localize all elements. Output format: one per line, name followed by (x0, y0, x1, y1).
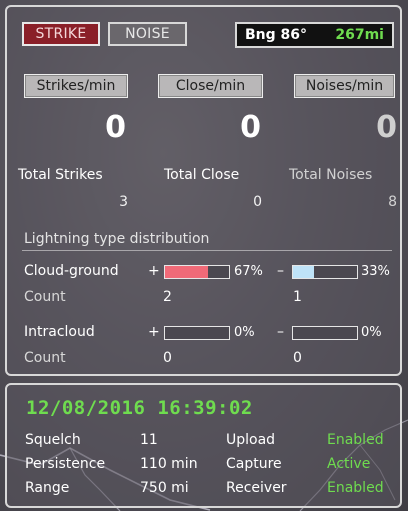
strikes-per-min-value: 0 (105, 110, 126, 145)
noise-mode-button[interactable]: NOISE (108, 22, 187, 46)
cloud-ground-positive-bar (164, 265, 230, 279)
distance-value: 267mi (335, 27, 384, 43)
detector-panel (5, 5, 402, 376)
persistence-label: Persistence (25, 456, 106, 472)
current-datetime: 12/08/2016 16:39:02 (26, 397, 253, 419)
receiver-status: Enabled (327, 480, 384, 496)
total-close-label: Total Close (164, 167, 240, 183)
capture-status: Active (327, 456, 371, 472)
intracloud-label: Intracloud (24, 324, 95, 340)
noises-per-min-button[interactable]: Noises/min (294, 74, 395, 98)
cloud-ground-negative-percent: 33% (361, 264, 390, 279)
cloud-ground-negative-bar (292, 265, 358, 279)
intracloud-positive-count: 0 (163, 350, 172, 366)
range-value: 750 mi (140, 480, 189, 496)
cloud-ground-positive-percent: 67% (234, 264, 263, 279)
total-strikes-label: Total Strikes (18, 167, 103, 183)
intracloud-negative-percent: 0% (361, 325, 382, 340)
intracloud-negative-count: 0 (293, 350, 302, 366)
cloud-ground-positive-count: 2 (163, 289, 172, 305)
intracloud-positive-sign: + (148, 324, 160, 340)
distribution-divider (22, 250, 392, 251)
persistence-value: 110 min (140, 456, 198, 472)
bearing-readout: Bng 86° 267mi (235, 22, 394, 48)
distribution-title: Lightning type distribution (24, 231, 210, 247)
total-close-value: 0 (253, 194, 262, 210)
intracloud-positive-bar (164, 326, 230, 340)
squelch-value: 11 (140, 432, 158, 448)
intracloud-negative-bar (292, 326, 358, 340)
total-strikes-value: 3 (119, 194, 128, 210)
cloud-ground-positive-sign: + (148, 263, 160, 279)
cloud-ground-negative-fill (293, 266, 315, 278)
upload-label: Upload (226, 432, 276, 448)
cloud-ground-positive-fill (165, 266, 208, 278)
cloud-ground-negative-sign: – (277, 263, 284, 279)
range-label: Range (25, 480, 70, 496)
intracloud-count-label: Count (24, 350, 66, 366)
cloud-ground-negative-count: 1 (293, 289, 302, 305)
cloud-ground-label: Cloud-ground (24, 263, 119, 279)
cloud-ground-count-label: Count (24, 289, 66, 305)
noises-per-min-value: 0 (376, 110, 397, 145)
strike-mode-button[interactable]: STRIKE (22, 22, 100, 46)
squelch-label: Squelch (25, 432, 81, 448)
upload-status: Enabled (327, 432, 384, 448)
strikes-per-min-button[interactable]: Strikes/min (24, 74, 128, 98)
capture-label: Capture (226, 456, 282, 472)
intracloud-negative-sign: – (277, 324, 284, 340)
total-noises-label: Total Noises (289, 167, 373, 183)
close-per-min-button[interactable]: Close/min (158, 74, 263, 98)
intracloud-positive-percent: 0% (234, 325, 255, 340)
bearing-value: Bng 86° (245, 27, 308, 43)
receiver-label: Receiver (226, 480, 287, 496)
close-per-min-value: 0 (240, 110, 261, 145)
total-noises-value: 8 (388, 194, 397, 210)
